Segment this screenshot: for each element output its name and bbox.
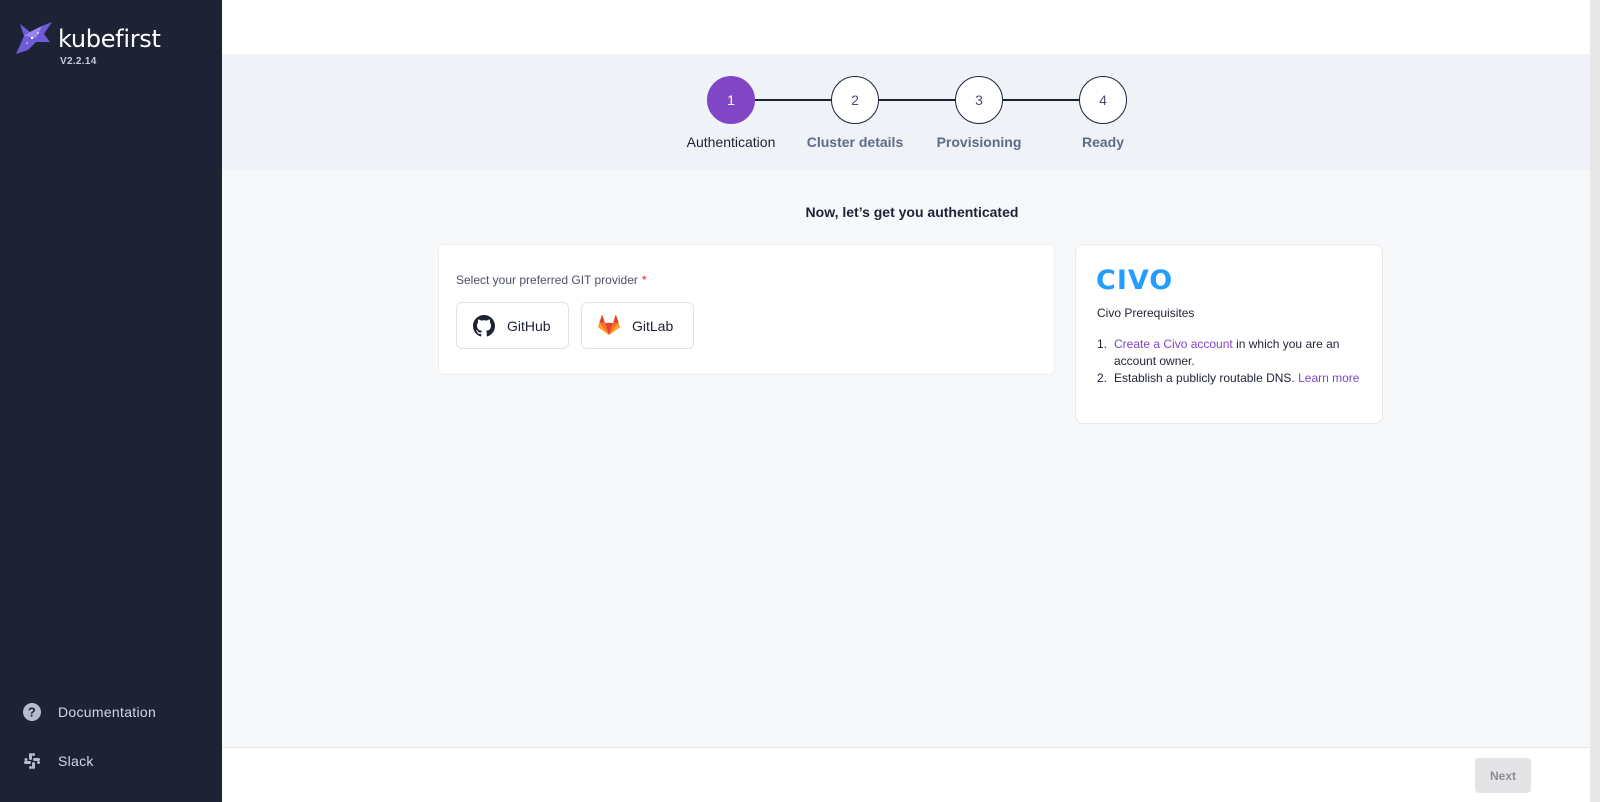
step-number: 2 — [831, 76, 879, 124]
sidebar-item-label: Documentation — [58, 704, 157, 720]
step-label: Cluster details — [806, 134, 904, 150]
gitlab-icon — [598, 314, 620, 337]
field-label-text: Select your preferred GIT provider — [456, 273, 638, 287]
list-item: 1. Create a Civo account in which you ar… — [1097, 336, 1367, 370]
git-provider-label: Select your preferred GIT provider * — [456, 273, 647, 287]
learn-more-link[interactable]: Learn more — [1298, 371, 1359, 385]
required-mark: * — [641, 273, 647, 287]
step-number: 4 — [1079, 76, 1127, 124]
progress-stepper: 1 Authentication 2 Cluster details 3 Pro… — [668, 76, 1148, 156]
version-label: V2.2.14 — [60, 56, 97, 67]
kubefirst-logo-icon — [16, 22, 52, 54]
page-heading: Now, let’s get you authenticated — [805, 204, 1019, 220]
step-label: Ready — [1081, 134, 1125, 150]
step-provisioning: 3 Provisioning — [916, 76, 1042, 150]
step-number: 3 — [955, 76, 1003, 124]
step-ready: 4 Ready — [1040, 76, 1166, 150]
step-cluster-details: 2 Cluster details — [792, 76, 918, 150]
prerequisites-list: 1. Create a Civo account in which you ar… — [1097, 336, 1367, 387]
help-circle-icon: ? — [22, 702, 42, 722]
footer-bar: Next — [222, 747, 1599, 802]
sidebar-item-label: Slack — [58, 753, 94, 769]
stepper-band: 1 Authentication 2 Cluster details 3 Pro… — [222, 54, 1599, 170]
create-civo-account-link[interactable]: Create a Civo account — [1114, 337, 1233, 351]
next-button[interactable]: Next — [1475, 758, 1531, 793]
top-bar — [222, 0, 1599, 54]
list-number: 2. — [1097, 371, 1108, 385]
gitlab-button[interactable]: GitLab — [581, 302, 694, 349]
sidebar-item-documentation[interactable]: ? Documentation — [22, 702, 156, 722]
slack-icon — [22, 751, 42, 771]
brand[interactable]: kubefirst V2.2.14 — [14, 20, 161, 67]
gitlab-button-label: GitLab — [632, 317, 674, 334]
main-content: 1 Authentication 2 Cluster details 3 Pro… — [222, 0, 1600, 802]
github-icon — [473, 314, 495, 337]
sidebar-item-slack[interactable]: Slack — [22, 751, 94, 771]
list-item: 2. Establish a publicly routable DNS. Le… — [1097, 370, 1367, 387]
civo-logo: CIVO — [1096, 265, 1174, 296]
step-authentication: 1 Authentication — [668, 76, 794, 150]
brand-name: kubefirst — [58, 25, 161, 53]
list-number: 1. — [1097, 337, 1108, 351]
app-window: kubefirst V2.2.14 ? Documentation Slack … — [0, 0, 1600, 802]
sidebar: kubefirst V2.2.14 ? Documentation Slack — [0, 0, 222, 802]
git-provider-card: Select your preferred GIT provider * GitH… — [438, 244, 1055, 375]
svg-text:?: ? — [28, 705, 36, 720]
github-button[interactable]: GitHub — [456, 302, 569, 349]
window-edge — [1590, 0, 1600, 802]
github-button-label: GitHub — [507, 317, 551, 334]
step-number: 1 — [707, 76, 755, 124]
prerequisites-title: Civo Prerequisites — [1097, 306, 1195, 320]
step-label: Provisioning — [936, 134, 1022, 150]
step-label: Authentication — [686, 134, 776, 150]
civo-prerequisites-card: CIVO Civo Prerequisites 1. Create a Civo… — [1075, 244, 1383, 424]
list-text: Establish a publicly routable DNS. — [1114, 371, 1299, 385]
